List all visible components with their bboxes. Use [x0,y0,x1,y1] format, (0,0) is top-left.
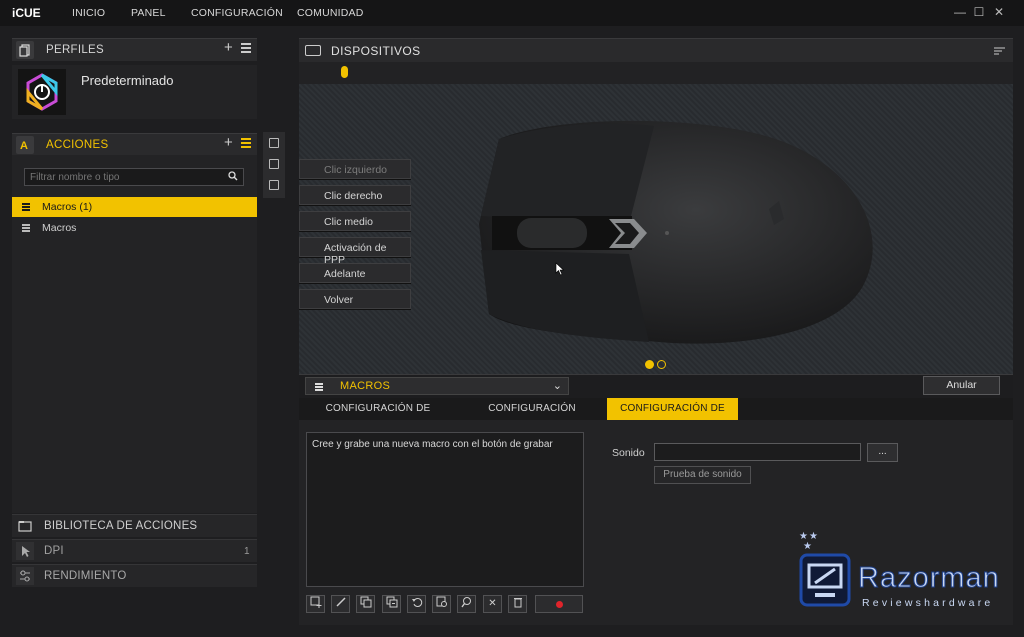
new-macro-icon[interactable] [306,595,325,613]
list-item-label: Macros [42,222,77,234]
tab-recording-settings[interactable]: CONFIGURACIÓN DE GRABACIÓN [299,398,457,436]
nav-inicio[interactable]: INICIO [72,7,105,19]
macro-type-dropdown[interactable]: MACROS ⌄ [305,377,569,395]
list-icon [22,203,30,211]
right-click-button[interactable]: Clic derecho [299,185,411,205]
browse-button[interactable]: ... [867,443,898,462]
actions-header: A ACCIONES + [12,133,257,156]
chevron-down-icon: ⌄ [552,380,562,392]
tab-advanced-settings[interactable]: CONFIGURACIÓN AVANZADA [461,398,603,436]
record-button[interactable] [535,595,583,613]
copy-icon[interactable] [356,595,375,613]
watermark-brand: Razorman [858,562,1000,595]
watermark-subtitle: Reviewshardware [862,597,994,609]
folder-icon [16,517,34,535]
close-icon[interactable]: ✕ [483,595,502,613]
performance-item[interactable]: RENDIMIENTO [12,564,257,587]
profile-image-icon [18,69,66,115]
dpi-item[interactable]: DPI 1 [12,539,257,562]
performance-icon [16,567,34,585]
nav-comunidad[interactable]: COMUNIDAD [297,7,364,19]
action-library-label: BIBLIOTECA DE ACCIONES [44,520,198,532]
button-label: Clic izquierdo [324,164,388,176]
record-icon [556,601,563,608]
back-button[interactable]: Volver [299,289,411,309]
performance-label: RENDIMIENTO [44,570,127,582]
test-sound-button[interactable]: Prueba de sonido [654,466,751,484]
button-label: Adelante [324,268,366,280]
profile-name: Predeterminado [81,73,174,88]
profiles-menu-icon[interactable] [241,43,251,55]
top-bar: iCUE INICIO PANEL CONFIGURACIÓN COMUNIDA… [0,0,1024,26]
cancel-button[interactable]: Anular [923,376,1000,395]
button-label: Clic medio [324,216,374,228]
minimize-icon[interactable]: — [953,5,967,19]
devices-header: DISPOSITIVOS [299,38,1013,63]
paste-icon[interactable] [382,595,401,613]
button-label: Volver [324,294,354,306]
macro-editor[interactable]: Cree y grabe una nueva macro con el botó… [306,432,584,587]
list-item[interactable]: Macros [12,218,257,238]
svg-text:★: ★ [803,541,812,552]
insert-delay-icon[interactable] [432,595,451,613]
edit-icon[interactable] [331,595,350,613]
sound-label: Sonido [612,447,645,459]
actions-menu-icon[interactable] [241,138,251,150]
list-icon [22,224,30,232]
left-click-button[interactable]: Clic izquierdo [299,159,411,179]
undo-icon[interactable] [407,595,426,613]
mouse-device-icon[interactable] [341,66,348,78]
actions-icon: A [16,136,34,154]
nav-panel[interactable]: PANEL [131,7,166,19]
dpi-label: DPI [44,545,64,557]
button-label: Clic derecho [324,190,383,202]
action-library-item[interactable]: BIBLIOTECA DE ACCIONES [12,514,257,537]
dpi-activation-button[interactable]: Activación de PPP [299,237,411,266]
app-logo: iCUE [12,6,41,20]
macro-type-label: MACROS [340,380,391,392]
profiles-title: PERFILES [46,44,105,56]
copy-icon[interactable] [269,138,279,148]
devices-title: DISPOSITIVOS [331,44,421,58]
svg-text:A: A [20,140,28,152]
middle-click-button[interactable]: Clic medio [299,211,411,231]
trash-icon[interactable] [508,595,527,613]
actions-title: ACCIONES [46,139,109,151]
list-icon [315,383,323,392]
page-dot-active[interactable] [645,360,654,369]
profiles-header: PERFILES + [12,38,257,61]
dpi-icon [16,542,34,560]
search-icon[interactable] [228,171,238,184]
maximize-icon[interactable]: ☐ [972,5,986,19]
add-action-icon[interactable]: + [224,134,233,151]
cursor-icon [555,262,565,276]
duplicate-icon[interactable] [269,159,279,169]
add-profile-icon[interactable]: + [224,39,233,56]
watermark-logo: ★ ★ ★ [795,527,855,617]
trash-icon[interactable] [269,180,279,190]
devices-menu-icon[interactable] [994,46,1005,59]
filter-field[interactable] [24,168,244,186]
sound-field[interactable] [654,443,861,461]
profile-item[interactable]: Predeterminado [12,65,257,119]
dpi-value: 1 [244,546,250,557]
profiles-icon [16,41,34,59]
close-icon[interactable]: ✕ [992,5,1006,19]
nav-configuracion[interactable]: CONFIGURACIÓN [191,7,283,19]
keyboard-icon [305,45,321,56]
search-replace-icon[interactable] [457,595,476,613]
forward-button[interactable]: Adelante [299,263,411,283]
page-dot[interactable] [657,360,666,369]
tab-start-settings[interactable]: CONFIGURACIÓN DE INICIO [607,398,738,436]
macro-hint: Cree y grabe una nueva macro con el botó… [312,439,553,450]
device-selector-strip [299,62,1013,84]
action-tools-strip [263,132,285,198]
filter-input[interactable] [25,169,225,185]
list-item-label: Macros (1) [42,201,93,213]
list-item[interactable]: Macros (1) [12,197,257,217]
